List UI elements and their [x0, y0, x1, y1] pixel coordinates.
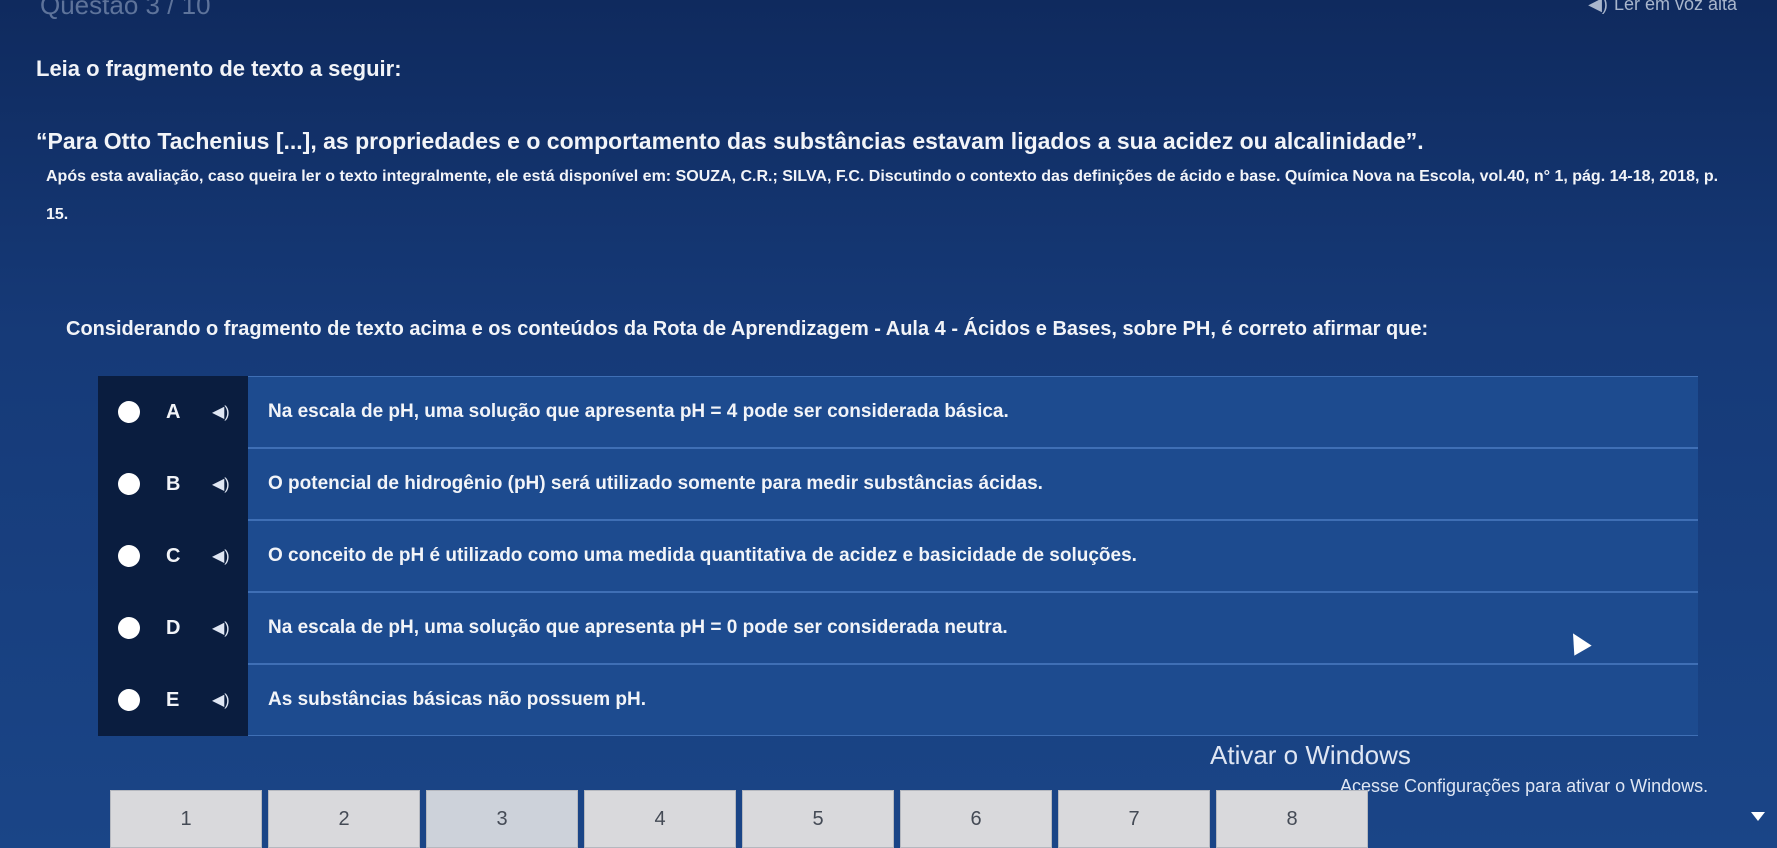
- radio-button[interactable]: [118, 689, 140, 711]
- option-a[interactable]: A ◀︎) Na escala de pH, uma solução que a…: [98, 376, 1698, 448]
- page-button-2[interactable]: 2: [268, 790, 420, 848]
- option-letter: C: [166, 544, 181, 567]
- read-aloud-button[interactable]: ◀︎) Ler em voz alta: [1588, 0, 1737, 15]
- radio-button[interactable]: [118, 617, 140, 639]
- page-button-7[interactable]: 7: [1058, 790, 1210, 848]
- option-letter: B: [166, 472, 181, 495]
- radio-button[interactable]: [118, 401, 140, 423]
- citation-text: Após esta avaliação, caso queira ler o t…: [46, 168, 1719, 223]
- option-label-col: C ◀︎): [98, 520, 248, 592]
- page-button-4[interactable]: 4: [584, 790, 736, 848]
- intro-text: Leia o fragmento de texto a seguir:: [36, 56, 402, 81]
- read-aloud-label: Ler em voz alta: [1613, 0, 1737, 14]
- option-c[interactable]: C ◀︎) O conceito de pH é utilizado como …: [98, 520, 1698, 592]
- option-label-col: B ◀︎): [98, 448, 248, 520]
- option-text[interactable]: Na escala de pH, uma solução que apresen…: [248, 592, 1698, 664]
- option-b[interactable]: B ◀︎) O potencial de hidrogênio (pH) ser…: [98, 448, 1698, 520]
- page-button-8[interactable]: 8: [1216, 790, 1368, 848]
- option-text[interactable]: O conceito de pH é utilizado como uma me…: [248, 520, 1698, 592]
- page-button-5[interactable]: 5: [742, 790, 894, 848]
- option-letter: A: [166, 400, 181, 423]
- page-button-6[interactable]: 6: [900, 790, 1052, 848]
- option-text[interactable]: Na escala de pH, uma solução que apresen…: [248, 376, 1698, 448]
- speaker-icon: ◀︎): [1588, 0, 1608, 14]
- speaker-icon[interactable]: ◀︎): [212, 402, 230, 422]
- question-pager: 1 2 3 4 5 6 7 8: [110, 790, 1368, 848]
- question-prompt: Considerando o fragmento de texto acima …: [66, 318, 1429, 340]
- option-label-col: A ◀︎): [98, 376, 248, 448]
- speaker-icon[interactable]: ◀︎): [212, 474, 230, 494]
- option-letter: D: [166, 616, 181, 639]
- speaker-icon[interactable]: ◀︎): [212, 690, 230, 710]
- speaker-icon[interactable]: ◀︎): [212, 618, 230, 638]
- option-text[interactable]: As substâncias básicas não possuem pH.: [248, 664, 1698, 736]
- option-e[interactable]: E ◀︎) As substâncias básicas não possuem…: [98, 664, 1698, 736]
- option-letter: E: [166, 688, 180, 711]
- windows-activation-subtitle: Acesse Configurações para ativar o Windo…: [1340, 776, 1709, 796]
- answer-options: A ◀︎) Na escala de pH, uma solução que a…: [98, 376, 1698, 736]
- radio-button[interactable]: [118, 473, 140, 495]
- top-bar: Questão 3 / 10 ◀︎) Ler em voz alta: [0, 0, 1777, 20]
- option-label-col: D ◀︎): [98, 592, 248, 664]
- option-d[interactable]: D ◀︎) Na escala de pH, uma solução que a…: [98, 592, 1698, 664]
- option-text[interactable]: O potencial de hidrogênio (pH) será util…: [248, 448, 1698, 520]
- windows-activation-title: Ativar o Windows: [1210, 740, 1411, 770]
- option-label-col: E ◀︎): [98, 664, 248, 736]
- chevron-down-icon[interactable]: [1751, 812, 1765, 821]
- quote-text: “Para Otto Tachenius [...], as proprieda…: [36, 128, 1424, 154]
- speaker-icon[interactable]: ◀︎): [212, 546, 230, 566]
- radio-button[interactable]: [118, 545, 140, 567]
- page-button-1[interactable]: 1: [110, 790, 262, 848]
- page-button-3[interactable]: 3: [426, 790, 578, 848]
- question-title: Questão 3 / 10: [40, 0, 211, 20]
